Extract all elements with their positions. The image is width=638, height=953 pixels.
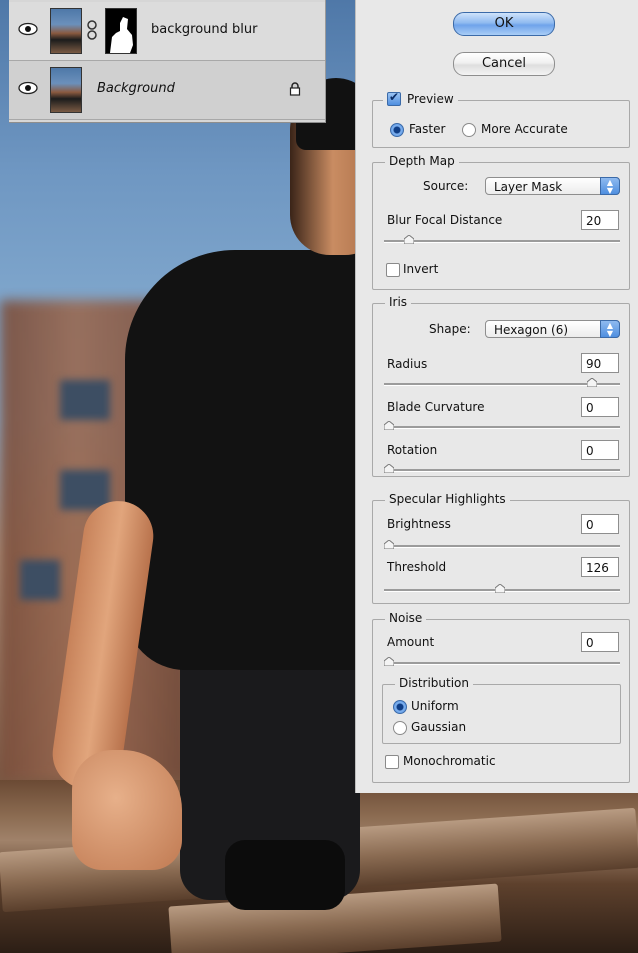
rotation-slider[interactable]: [384, 464, 620, 473]
amount-slider[interactable]: [384, 657, 620, 666]
threshold-input[interactable]: 126: [581, 557, 619, 577]
blade-curvature-label: Blade Curvature: [387, 400, 485, 414]
gaussian-radio[interactable]: [393, 721, 407, 735]
noise-legend: Noise: [385, 611, 427, 625]
uniform-radio[interactable]: [393, 700, 407, 714]
rotation-input[interactable]: 0: [581, 440, 619, 460]
slider-thumb[interactable]: [404, 235, 414, 244]
person-boot: [225, 840, 345, 910]
monochromatic-label: Monochromatic: [403, 754, 496, 768]
blade-curvature-slider[interactable]: [384, 421, 620, 430]
slider-thumb[interactable]: [384, 657, 394, 666]
shape-select[interactable]: Hexagon (6) ▲ ▼: [485, 320, 620, 338]
radius-slider[interactable]: [384, 378, 620, 387]
shape-value: Hexagon (6): [494, 323, 569, 337]
brightness-slider[interactable]: [384, 540, 620, 549]
monochromatic-checkbox[interactable]: [385, 755, 399, 769]
person-hand: [72, 750, 182, 870]
distribution-legend: Distribution: [395, 676, 474, 690]
building-window: [20, 560, 60, 600]
depth-map-legend: Depth Map: [385, 154, 459, 168]
specular-legend: Specular Highlights: [385, 492, 510, 506]
chevron-updown-icon: ▲ ▼: [600, 320, 620, 338]
slider-thumb[interactable]: [384, 540, 394, 549]
source-value: Layer Mask: [494, 180, 563, 194]
blur-focal-label: Blur Focal Distance: [387, 213, 503, 227]
amount-label: Amount: [387, 635, 435, 649]
preview-group: Preview Faster More Accurate: [372, 90, 630, 148]
source-label: Source:: [423, 179, 469, 193]
threshold-label: Threshold: [387, 560, 447, 574]
preview-checkbox[interactable]: [387, 90, 401, 106]
faster-label: Faster: [409, 122, 446, 136]
distribution-group: Distribution Uniform Gaussian: [382, 676, 621, 744]
lens-blur-panel: OK Cancel Preview Faster More Accurate D…: [355, 0, 638, 793]
chain-link-icon[interactable]: [86, 20, 98, 40]
layer-thumbnail: [50, 8, 82, 54]
slider-thumb[interactable]: [384, 421, 394, 430]
rotation-label: Rotation: [387, 443, 438, 457]
building-window: [60, 380, 110, 420]
lock-icon: [289, 82, 301, 96]
invert-label: Invert: [403, 262, 439, 276]
layer-thumbnail: [50, 67, 82, 113]
eye-icon[interactable]: [18, 81, 38, 95]
blur-focal-slider[interactable]: [384, 235, 620, 244]
more-accurate-label: More Accurate: [481, 122, 568, 136]
eye-icon[interactable]: [18, 22, 38, 36]
amount-input[interactable]: 0: [581, 632, 619, 652]
uniform-label: Uniform: [411, 699, 459, 713]
iris-legend: Iris: [385, 295, 412, 309]
blur-focal-input[interactable]: 20: [581, 210, 619, 230]
layer-name: background blur: [151, 22, 258, 37]
layer-name: Background: [97, 81, 175, 96]
blade-curvature-input[interactable]: 0: [581, 397, 619, 417]
slider-thumb[interactable]: [495, 584, 505, 593]
preview-label: Preview: [407, 92, 454, 106]
layers-panel: background blur Background: [9, 0, 326, 123]
slider-thumb[interactable]: [384, 464, 394, 473]
source-select[interactable]: Layer Mask ▲ ▼: [485, 177, 620, 195]
threshold-slider[interactable]: [384, 584, 620, 593]
radius-label: Radius: [387, 357, 428, 371]
shape-label: Shape:: [429, 322, 471, 336]
layer-row[interactable]: background blur: [9, 2, 325, 61]
more-accurate-radio[interactable]: [462, 123, 476, 137]
gaussian-label: Gaussian: [411, 720, 467, 734]
slider-thumb[interactable]: [587, 378, 597, 387]
cancel-button[interactable]: Cancel: [453, 52, 555, 76]
layer-row[interactable]: Background: [9, 61, 325, 120]
noise-group: Noise Amount 0 Distribution Uniform Gaus…: [372, 611, 630, 783]
preview-legend: Preview: [383, 90, 458, 106]
faster-radio[interactable]: [390, 123, 404, 137]
brightness-label: Brightness: [387, 517, 451, 531]
radius-input[interactable]: 90: [581, 353, 619, 373]
chevron-updown-icon: ▲ ▼: [600, 177, 620, 195]
ok-button[interactable]: OK: [453, 12, 555, 36]
invert-checkbox[interactable]: [386, 263, 400, 277]
brightness-input[interactable]: 0: [581, 514, 619, 534]
layer-mask-thumbnail[interactable]: [105, 8, 137, 54]
iris-group: Iris Shape: Hexagon (6) ▲ ▼ Radius 90 Bla…: [372, 295, 630, 477]
